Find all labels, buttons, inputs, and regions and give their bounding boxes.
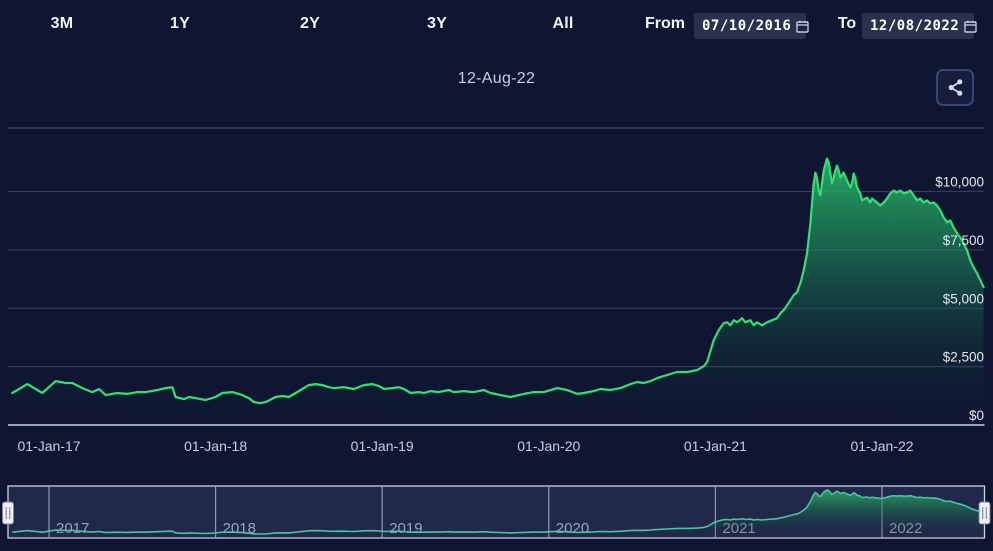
to-date-input[interactable]: 12/08/2022 xyxy=(862,13,974,39)
x-axis-label: 01-Jan-22 xyxy=(850,438,913,454)
share-icon xyxy=(946,78,965,97)
main-plot: $0 $2,500 $5,000 $7,500 $10,000 01-Jan-17 01-J… xyxy=(8,128,985,454)
range-button-2y[interactable]: 2Y xyxy=(300,15,320,33)
y-axis-label: $5,000 xyxy=(943,291,984,306)
price-area xyxy=(12,159,983,425)
range-button-3y[interactable]: 3Y xyxy=(427,15,447,33)
x-axis-label: 01-Jan-19 xyxy=(351,438,414,454)
from-date-input[interactable]: 07/10/2016 xyxy=(694,13,806,39)
from-label: From xyxy=(645,15,685,33)
y-axis-label: $10,000 xyxy=(935,175,984,190)
y-axis-label: $7,500 xyxy=(943,233,984,248)
chart-title: 12-Aug-22 xyxy=(0,70,993,88)
range-control-bar: 3M 1Y 2Y 3Y All From 07/10/2016 To 12/08… xyxy=(0,0,993,52)
range-button-3m[interactable]: 3M xyxy=(51,15,74,33)
navigator-handle-right[interactable] xyxy=(979,502,990,524)
calendar-icon[interactable] xyxy=(964,20,977,33)
range-button-1y[interactable]: 1Y xyxy=(170,15,190,33)
calendar-icon[interactable] xyxy=(796,20,809,33)
x-axis-label: 01-Jan-17 xyxy=(17,438,80,454)
x-axis-label: 01-Jan-18 xyxy=(184,438,247,454)
y-axis-label: $2,500 xyxy=(943,350,984,365)
range-button-all[interactable]: All xyxy=(552,15,573,33)
navigator[interactable]: 201720182019202020212022 xyxy=(3,486,991,538)
to-date-value: 12/08/2022 xyxy=(870,18,959,34)
to-label: To xyxy=(838,15,856,33)
x-axis-label: 01-Jan-21 xyxy=(684,438,747,454)
share-button[interactable] xyxy=(936,69,974,106)
y-axis-label: $0 xyxy=(969,408,984,423)
navigator-handle-left[interactable] xyxy=(3,502,14,524)
from-date-value: 07/10/2016 xyxy=(702,18,791,34)
x-axis-label: 01-Jan-20 xyxy=(517,438,580,454)
